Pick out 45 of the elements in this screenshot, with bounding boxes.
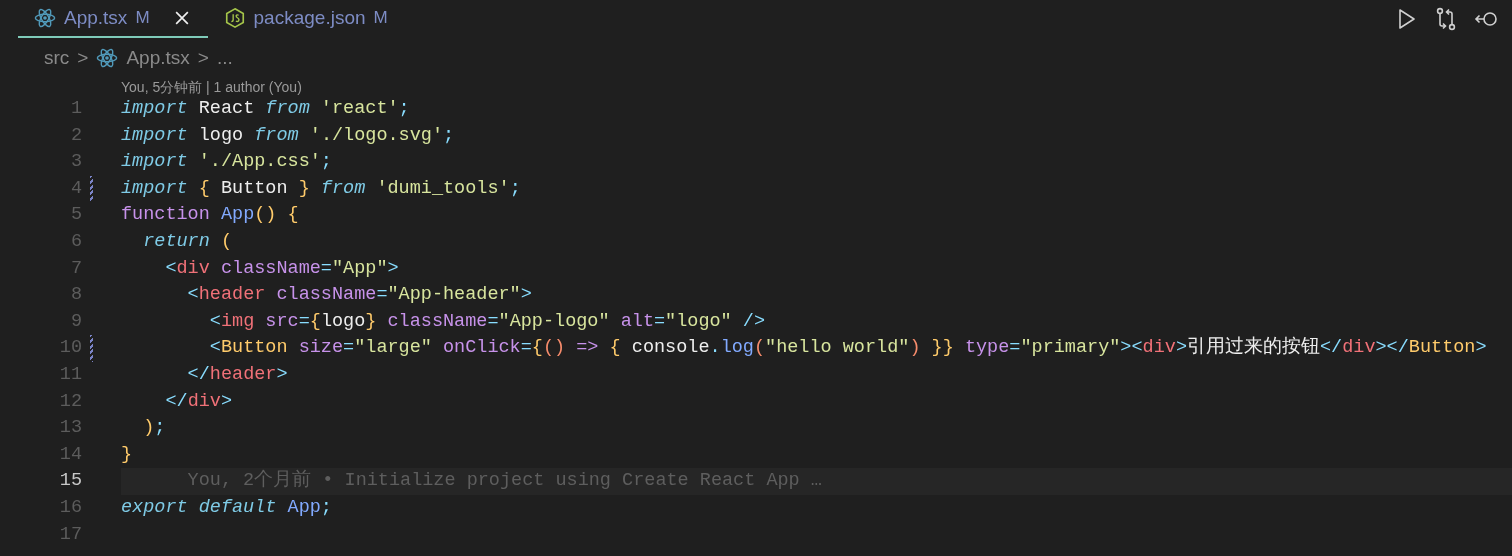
- code-line: function App() {: [121, 204, 299, 226]
- hexagon-icon: [223, 7, 246, 29]
- code-line: <img src={logo} className="App-logo" alt="logo" />: [208, 310, 766, 332]
- code-line: import { Button } from 'dumi_tools';: [121, 177, 521, 199]
- breadcrumb-item[interactable]: src: [44, 43, 70, 73]
- code-line: export default App;: [121, 496, 332, 518]
- line-number: 5: [69, 203, 82, 228]
- line-number: 8: [69, 283, 82, 308]
- chevron-separator: >: [197, 45, 209, 70]
- line-number: 11: [58, 362, 82, 387]
- line-number: 15: [58, 469, 82, 494]
- blame-annotation: You, 2个月前 • Initialize project using Create React App …: [186, 470, 822, 492]
- line-number: 13: [58, 416, 82, 441]
- code-line: import logo from './logo.svg';: [121, 124, 455, 146]
- blame-codelens[interactable]: You, 5分钟前 | 1 author (You): [0, 78, 1512, 96]
- line-number: 12: [58, 389, 82, 414]
- chevron-separator: >: [77, 45, 89, 70]
- code-line: <div className="App">: [164, 257, 399, 279]
- code-line: <header className="App-header">: [186, 284, 532, 306]
- line-number: 6: [69, 229, 82, 254]
- editor-tab[interactable]: package.json M: [207, 0, 404, 38]
- line-number: 17: [58, 522, 82, 547]
- atom-icon: [34, 7, 56, 29]
- line-number: 3: [69, 150, 82, 175]
- code-line: <Button size="large" onClick={() => { console.log("hello world") }} type="primary"><div>引用过来的按钮</div></Button>: [208, 337, 1487, 359]
- line-number: 4: [69, 176, 82, 201]
- git-compare-icon: [1434, 7, 1458, 31]
- code-line: </div>: [164, 390, 233, 412]
- line-number: 10: [58, 336, 82, 361]
- code-line: return (: [142, 230, 233, 252]
- breadcrumb-item[interactable]: App.tsx: [126, 43, 190, 73]
- editor-tab[interactable]: App.tsx M: [18, 0, 208, 38]
- line-number: 16: [58, 495, 82, 520]
- code-line: import React from 'react';: [121, 98, 410, 119]
- line-number: 9: [69, 309, 82, 334]
- line-number: 7: [69, 256, 82, 281]
- code-line: }: [121, 443, 133, 465]
- code-line: </header>: [186, 363, 288, 385]
- code-line: import './App.css';: [121, 151, 332, 173]
- code-line: );: [142, 417, 166, 439]
- line-number: 2: [69, 123, 82, 148]
- line-number: 1: [69, 97, 82, 121]
- atom-icon: [96, 47, 119, 69]
- line-number: 14: [58, 442, 82, 467]
- breadcrumb-item[interactable]: ...: [216, 43, 233, 73]
